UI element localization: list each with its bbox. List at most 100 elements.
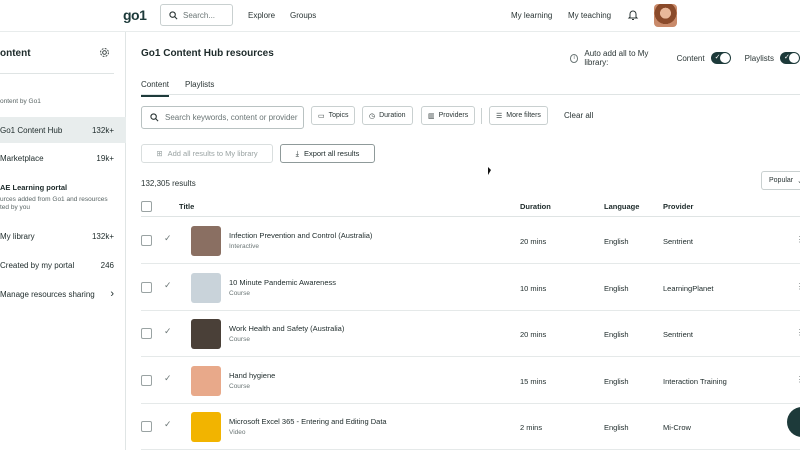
- nav-groups[interactable]: Groups: [290, 11, 316, 20]
- content-thumbnail[interactable]: [191, 226, 221, 256]
- sidebar-item-created-by-my-portal[interactable]: Created by my portal 246: [0, 252, 126, 278]
- top-navigation: go1 Search... Explore Groups My learning…: [0, 0, 800, 32]
- sort-select[interactable]: Popular ⌄: [761, 171, 800, 190]
- nav-my-teaching[interactable]: My teaching: [568, 11, 611, 20]
- row-provider: Interaction Training: [663, 376, 727, 386]
- nav-my-learning[interactable]: My learning: [511, 11, 552, 20]
- row-checkbox[interactable]: [141, 374, 152, 386]
- auto-add-playlists-label: Playlists: [744, 53, 774, 63]
- content-toggle[interactable]: ✓: [710, 52, 731, 64]
- table-header: Title Duration Language Provider: [141, 200, 800, 217]
- search-icon: [169, 10, 178, 19]
- more-options-icon[interactable]: ⋮: [796, 282, 800, 291]
- row-checkbox[interactable]: [141, 281, 152, 293]
- row-title[interactable]: Hand hygiene: [229, 371, 275, 380]
- book-icon: ▭: [318, 112, 325, 120]
- content-thumbnail[interactable]: [191, 365, 221, 396]
- more-options-icon[interactable]: ⋮: [796, 235, 800, 244]
- row-type: Video: [229, 429, 246, 436]
- check-icon: ✓: [164, 419, 172, 429]
- clear-all-button[interactable]: Clear all: [564, 111, 593, 120]
- chevron-right-icon: ›: [110, 288, 114, 300]
- row-provider: LearningPlanet: [663, 283, 714, 293]
- sort-value: Popular: [769, 177, 794, 184]
- tabs-divider: [141, 94, 800, 95]
- select-all-checkbox[interactable]: [141, 201, 152, 212]
- global-search-input[interactable]: Search...: [160, 4, 233, 26]
- more-options-icon[interactable]: ⋮: [796, 375, 800, 384]
- export-all-results-button[interactable]: ⤓ Export all results: [280, 144, 375, 163]
- sidebar-item-manage-resources-sharing[interactable]: Manage resources sharing ›: [0, 281, 126, 307]
- row-title[interactable]: 10 Minute Pandemic Awareness: [229, 278, 336, 287]
- sliders-icon: ☰: [496, 112, 503, 120]
- table-row[interactable]: ✓ Microsoft Excel 365 - Entering and Edit…: [141, 404, 800, 450]
- nav-explore[interactable]: Explore: [248, 11, 275, 20]
- auto-add-content-label: Content: [676, 53, 705, 63]
- row-title[interactable]: Infection Prevention and Control (Austra…: [229, 231, 372, 240]
- filter-label: Providers: [438, 112, 469, 119]
- check-icon: ✓: [164, 233, 172, 243]
- sidebar-item-go1-content-hub[interactable]: Go1 Content Hub 132k+: [0, 117, 126, 143]
- main-content: Go1 Content Hub resources i Auto add all…: [127, 32, 800, 450]
- row-duration: 10 mins: [520, 283, 547, 293]
- providers-filter-button[interactable]: ▥ Providers: [421, 106, 476, 125]
- sidebar-item-my-library[interactable]: My library 132k+: [0, 223, 126, 249]
- global-search-placeholder: Search...: [183, 10, 216, 20]
- row-title[interactable]: Microsoft Excel 365 - Entering and Editi…: [229, 417, 387, 426]
- check-icon: ✓: [164, 372, 172, 383]
- column-language[interactable]: Language: [604, 202, 639, 211]
- topics-filter-button[interactable]: ▭ Topics: [311, 106, 356, 125]
- row-type: Course: [229, 336, 250, 343]
- user-avatar[interactable]: [654, 4, 677, 27]
- sidebar-item-marketplace[interactable]: Marketplace 19k+: [0, 145, 126, 171]
- playlists-toggle[interactable]: ✓: [779, 52, 800, 64]
- filter-label: Duration: [379, 112, 406, 119]
- column-provider[interactable]: Provider: [663, 202, 693, 211]
- sidebar-item-label: Manage resources sharing: [0, 289, 95, 299]
- content-search-input[interactable]: Search keywords, content or provider: [141, 106, 304, 129]
- check-icon: ✓: [714, 54, 721, 61]
- duration-filter-button[interactable]: ◷ Duration: [362, 106, 413, 125]
- content-search-placeholder: Search keywords, content or provider: [165, 113, 298, 122]
- export-all-label: Export all results: [303, 149, 360, 158]
- row-type: Course: [229, 289, 250, 297]
- content-thumbnail[interactable]: [191, 272, 221, 303]
- content-thumbnail[interactable]: [191, 412, 221, 442]
- table-row[interactable]: ✓ 10 Minute Pandemic Awareness Course 10 mi…: [141, 265, 800, 311]
- sidebar-divider: [0, 73, 114, 74]
- auto-add-controls: i Auto add all to My library: Content ✓ …: [570, 49, 800, 67]
- table-row[interactable]: ✓ Infection Prevention and Control (Austr…: [141, 218, 800, 264]
- notification-bell-icon[interactable]: [627, 9, 639, 21]
- more-options-icon[interactable]: ⋮: [796, 328, 800, 337]
- sidebar-item-label: Created by my portal: [0, 260, 75, 270]
- search-icon: [150, 113, 159, 122]
- row-provider: Sentrient: [663, 237, 694, 246]
- portal-heading: AE Learning portal: [0, 183, 68, 192]
- column-duration[interactable]: Duration: [520, 202, 551, 211]
- row-provider: Sentrient: [663, 330, 694, 339]
- sidebar-item-label: Marketplace: [0, 153, 44, 163]
- add-all-results-button[interactable]: ⊞ Add all results to My library: [141, 144, 273, 163]
- info-icon[interactable]: i: [570, 53, 579, 63]
- row-checkbox[interactable]: [141, 421, 152, 432]
- content-thumbnail[interactable]: [191, 319, 221, 349]
- table-row[interactable]: ✓ Work Health and Safety (Australia) Cours…: [141, 311, 800, 357]
- column-title[interactable]: Title: [179, 202, 194, 211]
- more-filters-button[interactable]: ☰ More filters: [489, 106, 548, 125]
- row-duration: 20 mins: [520, 330, 547, 339]
- row-duration: 2 mins: [520, 423, 543, 432]
- filter-label: Topics: [328, 112, 349, 119]
- row-checkbox[interactable]: [141, 235, 152, 246]
- row-title[interactable]: Work Health and Safety (Australia): [229, 324, 344, 333]
- go1-logo[interactable]: go1: [123, 7, 147, 23]
- results-count: 132,305 results: [141, 179, 196, 188]
- sidebar-item-count: 132k+: [91, 231, 114, 241]
- row-checkbox[interactable]: [141, 328, 152, 339]
- building-icon: ▥: [428, 112, 435, 120]
- gear-icon[interactable]: [99, 47, 110, 58]
- sidebar-title: ontent: [0, 48, 31, 59]
- filter-label: More filters: [506, 112, 541, 119]
- table-row[interactable]: ✓ Hand hygiene Course 15 mins English Interac…: [141, 358, 800, 404]
- sidebar-item-count: 19k+: [96, 153, 114, 163]
- sidebar-subtitle: ontent by Go1: [0, 98, 41, 105]
